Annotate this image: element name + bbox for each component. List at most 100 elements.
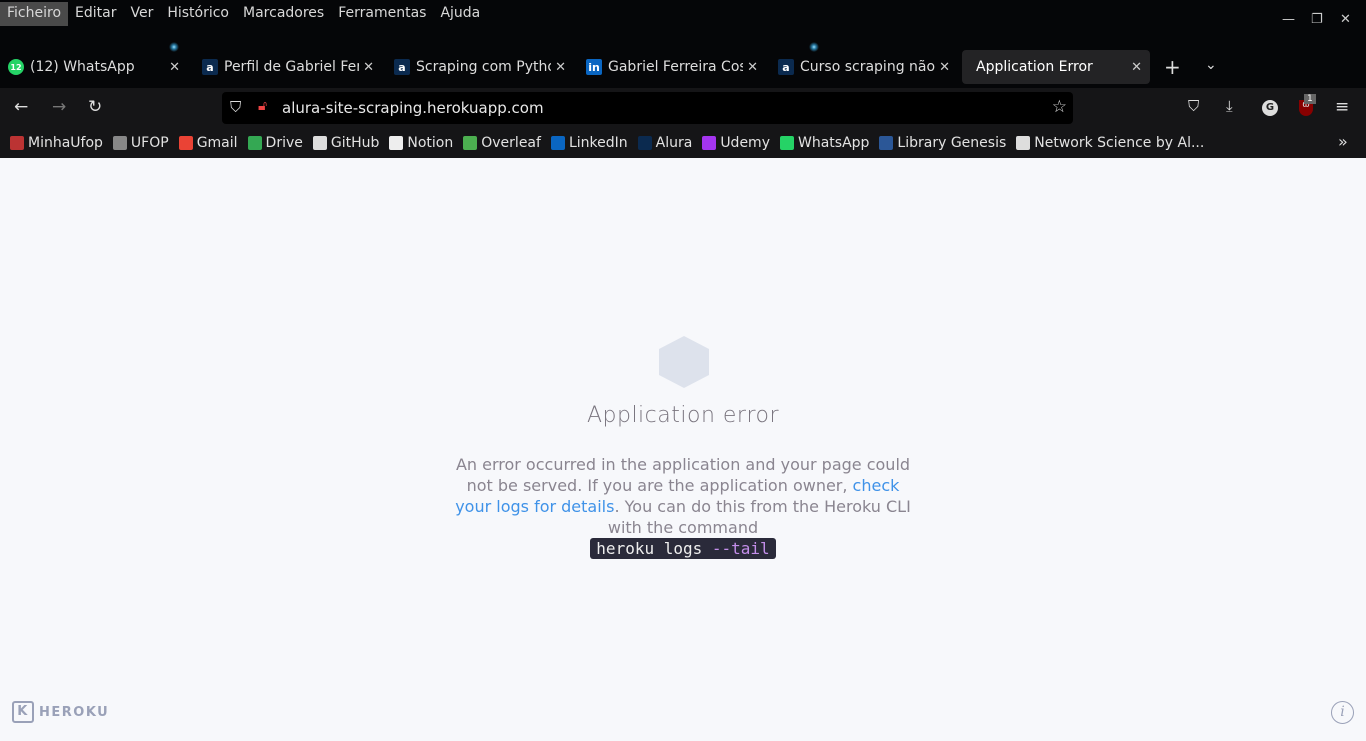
tab-title: Scraping com Python — [416, 59, 552, 75]
bookmarks-toolbar: MinhaUfop UFOP Gmail Drive GitHub Notion Overl… — [0, 128, 1366, 158]
download-icon[interactable]: ⤓ — [1226, 97, 1233, 115]
close-tab-icon[interactable]: ✕ — [555, 60, 566, 75]
tab-title: Gabriel Ferreira Costa — [608, 59, 744, 75]
gmail-icon — [178, 136, 193, 150]
bookmark-label: Network Science by Al... — [1034, 135, 1205, 151]
insecure-lock-icon[interactable]: 🔓︎ — [258, 98, 267, 114]
reload-button[interactable]: ↻ — [88, 97, 102, 117]
bookmark-label: UFOP — [130, 135, 169, 151]
notion-icon — [389, 136, 404, 150]
bookmark-label: Library Genesis — [897, 135, 1007, 151]
browser-chrome: Ficheiro Editar Ver Histórico Marcadores… — [0, 0, 1366, 158]
alura-icon — [637, 136, 652, 150]
grammarly-icon[interactable]: G — [1262, 100, 1278, 116]
globe-icon — [1016, 136, 1031, 150]
info-icon[interactable]: i — [1331, 701, 1354, 724]
bookmark-item[interactable]: WhatsApp — [779, 135, 870, 151]
bookmark-item[interactable]: Notion — [389, 135, 453, 151]
close-tab-icon[interactable]: ✕ — [169, 60, 180, 75]
close-tab-icon[interactable]: ✕ — [363, 60, 374, 75]
whatsapp-icon — [779, 136, 794, 150]
menu-historico[interactable]: Histórico — [160, 2, 236, 26]
minimize-icon[interactable]: — — [1282, 12, 1295, 27]
menu-editar[interactable]: Editar — [68, 2, 123, 26]
tab[interactable]: 12 (12) WhatsApp ✕ — [0, 50, 188, 84]
libgen-icon — [879, 136, 894, 150]
bookmark-item[interactable]: Drive — [247, 135, 303, 151]
heroku-logo-icon: K — [12, 701, 34, 723]
tab-title: Application Error — [976, 59, 1093, 75]
tab-strip: 12 (12) WhatsApp ✕ a Perfil de Gabriel Ferre… — [0, 50, 1366, 84]
bookmark-item[interactable]: Network Science by Al... — [1016, 135, 1204, 151]
new-tab-button[interactable]: + — [1164, 55, 1181, 79]
alura-icon: a — [778, 59, 794, 75]
menu-bar: Ficheiro Editar Ver Histórico Marcadores… — [0, 2, 487, 26]
tab[interactable]: a Scraping com Python ✕ — [386, 50, 574, 84]
url-bar[interactable]: ⛉ 🔓︎ alura-site-scraping.herokuapp.com ☆ — [222, 92, 1073, 124]
back-button[interactable]: ← — [14, 97, 28, 117]
menu-ficheiro[interactable]: Ficheiro — [0, 2, 69, 26]
bookmark-label: MinhaUfop — [28, 135, 103, 151]
url-text[interactable]: alura-site-scraping.herokuapp.com — [282, 99, 544, 117]
tab[interactable]: a Curso scraping não é ✕ — [770, 50, 958, 84]
bookmarks-overflow-icon[interactable]: » — [1338, 132, 1348, 151]
alura-icon: a — [202, 59, 218, 75]
linkedin-icon — [550, 136, 565, 150]
tab-title: Perfil de Gabriel Ferreira — [224, 59, 359, 75]
close-tab-icon[interactable]: ✕ — [939, 60, 950, 75]
command-code: heroku logs --tail — [590, 538, 776, 559]
drive-icon — [247, 136, 262, 150]
bookmark-item[interactable]: Overleaf — [463, 135, 541, 151]
bookmark-item[interactable]: Alura — [637, 135, 693, 151]
tab[interactable]: in Gabriel Ferreira Costa✕ — [578, 50, 766, 84]
bookmark-item[interactable]: Udemy — [702, 135, 770, 151]
forward-button: → — [52, 97, 67, 117]
command-flag: --tail — [711, 539, 770, 558]
bookmark-label: Notion — [407, 135, 454, 151]
heroku-logo[interactable]: K HEROKU — [12, 701, 109, 723]
page-title: Application error — [586, 403, 780, 428]
bookmark-star-icon[interactable]: ☆ — [1052, 97, 1067, 117]
message-text: An error occurred in the application and… — [455, 455, 911, 495]
menu-ver[interactable]: Ver — [123, 2, 160, 26]
bookmark-label: Alura — [655, 135, 693, 151]
hamburger-menu-icon[interactable]: ≡ — [1335, 97, 1349, 117]
menu-ferramentas[interactable]: Ferramentas — [331, 2, 433, 26]
tab[interactable]: Application Error ✕ — [962, 50, 1150, 84]
bookmark-item[interactable]: UFOP — [112, 135, 169, 151]
bookmark-label: Drive — [265, 135, 303, 151]
bookmark-item[interactable]: MinhaUfop — [10, 135, 103, 151]
close-window-icon[interactable]: ✕ — [1340, 12, 1351, 27]
shield-icon[interactable]: ⛉ — [230, 98, 241, 116]
error-message: An error occurred in the application and… — [453, 454, 913, 559]
bookmark-item[interactable]: GitHub — [312, 135, 379, 151]
bookmark-label: WhatsApp — [797, 135, 870, 151]
page-content: Application error An error occurred in t… — [0, 158, 1366, 741]
restore-icon[interactable]: ❐ — [1311, 12, 1323, 27]
udemy-icon — [702, 136, 717, 150]
extension-badge: 1 — [1304, 94, 1316, 104]
github-icon — [312, 136, 327, 150]
whatsapp-icon: 12 — [8, 59, 24, 75]
bookmark-item[interactable]: LinkedIn — [550, 135, 628, 151]
tab-list-chevron-icon[interactable]: ⌄ — [1205, 57, 1217, 73]
menu-marcadores[interactable]: Marcadores — [236, 2, 331, 26]
tab-title: Curso scraping não é — [800, 59, 936, 75]
close-tab-icon[interactable]: ✕ — [747, 60, 758, 75]
linkedin-icon: in — [586, 59, 602, 75]
tab[interactable]: a Perfil de Gabriel Ferreira ✕ — [194, 50, 382, 84]
tab-title: (12) WhatsApp — [30, 59, 135, 75]
bookmark-label: Gmail — [196, 135, 238, 151]
bookmark-label: LinkedIn — [568, 135, 628, 151]
pocket-icon[interactable]: ⛉ — [1188, 97, 1199, 115]
bookmark-item[interactable]: Library Genesis — [879, 135, 1006, 151]
alura-icon: a — [394, 59, 410, 75]
overleaf-icon — [463, 136, 478, 150]
hexagon-icon — [659, 336, 709, 388]
command-text: heroku logs — [596, 539, 712, 558]
menu-ajuda[interactable]: Ajuda — [433, 2, 487, 26]
bookmark-item[interactable]: Gmail — [178, 135, 238, 151]
close-tab-icon[interactable]: ✕ — [1131, 60, 1142, 75]
bookmark-label: Overleaf — [481, 135, 541, 151]
nav-bar: ← → ↻ ⛉ 🔓︎ alura-site-scraping.herokuapp… — [0, 88, 1366, 128]
